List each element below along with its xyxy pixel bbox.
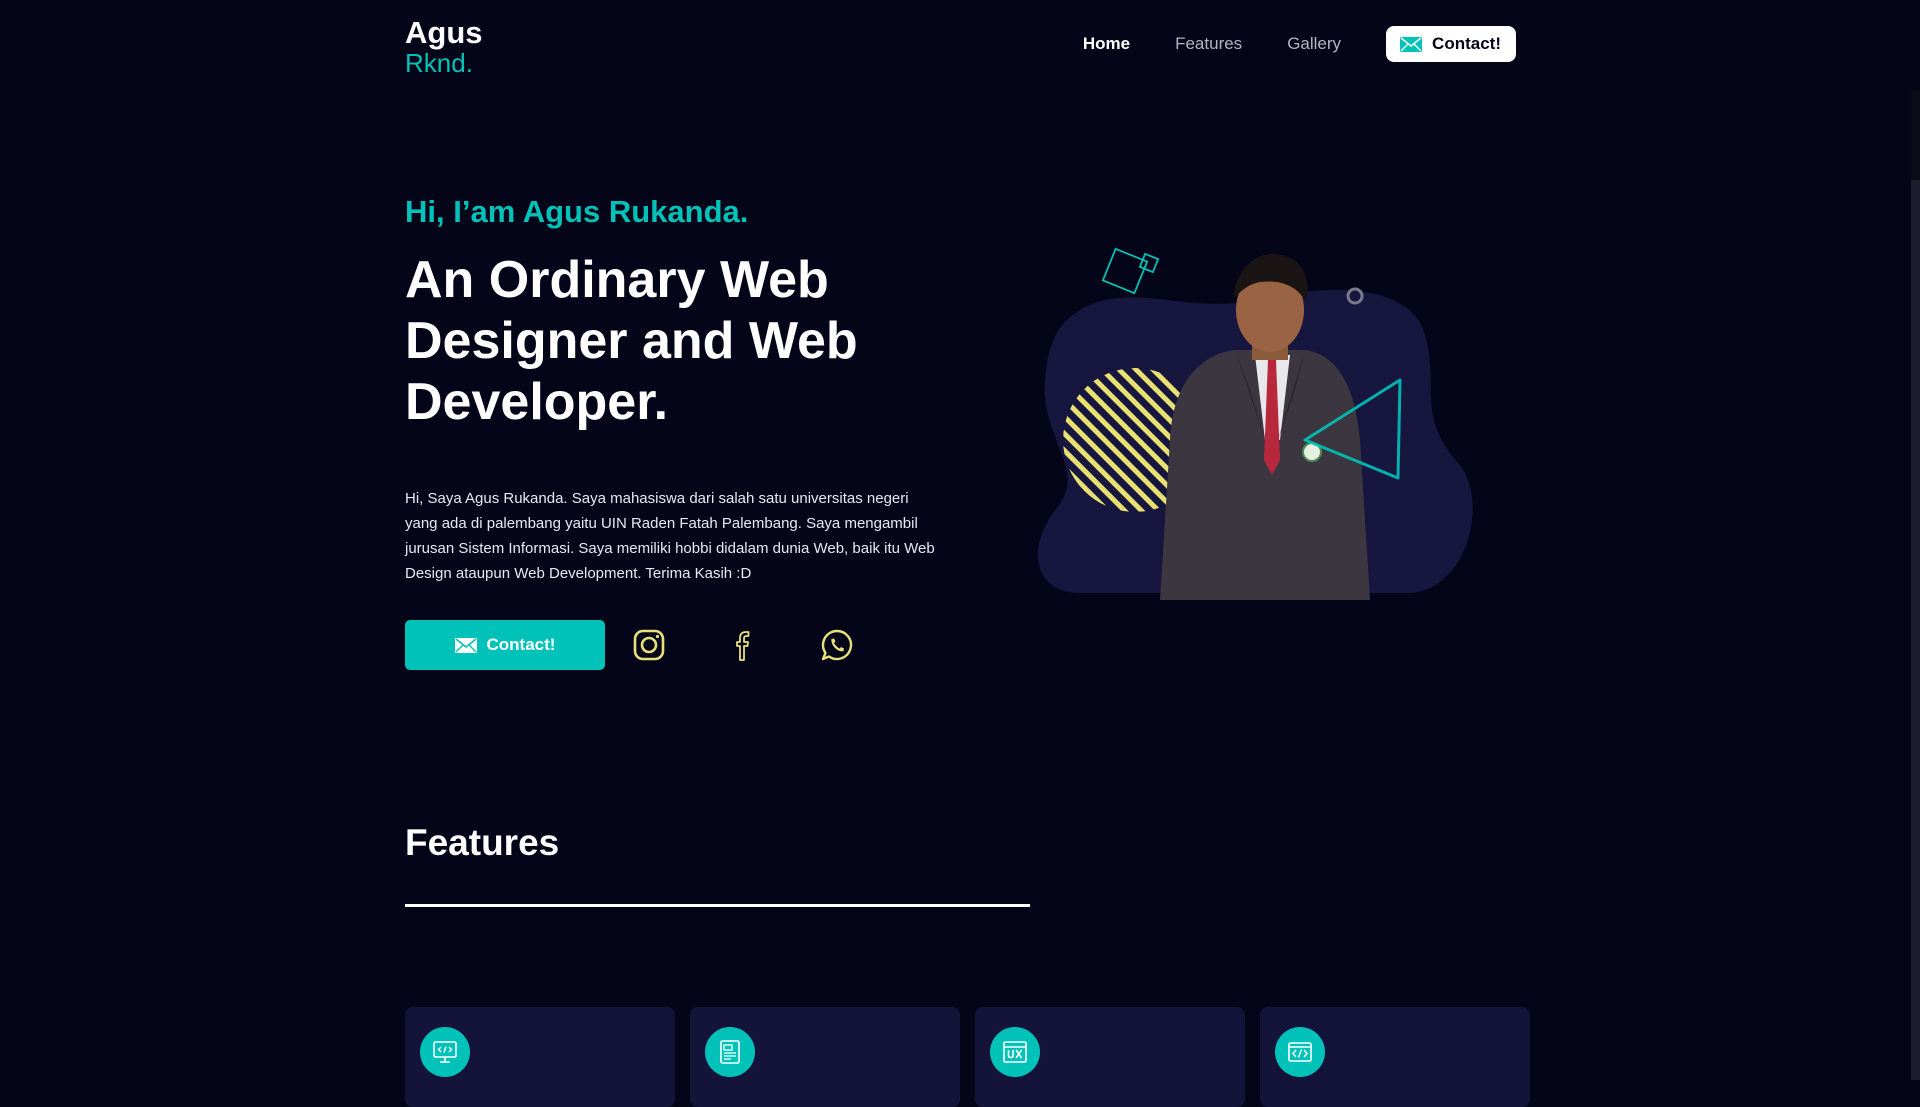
feature-icon-badge <box>990 1027 1040 1077</box>
feature-icon-badge <box>420 1027 470 1077</box>
feature-icon-badge <box>705 1027 755 1077</box>
hero-contact-button[interactable]: Contact! <box>405 620 605 670</box>
nav-gallery[interactable]: Gallery <box>1287 34 1341 54</box>
logo-line-2: Rknd. <box>405 48 473 78</box>
hero-headline: An Ordinary Web Designer and Web Develop… <box>405 250 965 433</box>
scrollbar-thumb[interactable] <box>1911 90 1920 180</box>
mail-icon <box>454 637 477 653</box>
headline-line-1: An Ordinary Web <box>405 251 829 309</box>
web-layout-icon <box>720 1040 740 1064</box>
web-design-icon <box>433 1041 457 1063</box>
nav-contact-label: Contact! <box>1432 34 1501 53</box>
whatsapp-icon[interactable] <box>820 628 854 662</box>
feature-card[interactable] <box>690 1007 960 1107</box>
nav-contact-button[interactable]: Contact! <box>1386 26 1516 62</box>
nav-features[interactable]: Features <box>1175 34 1242 54</box>
feature-card[interactable] <box>405 1007 675 1107</box>
code-icon <box>1288 1042 1312 1062</box>
outline-squares <box>1101 247 1160 295</box>
feature-card[interactable] <box>1260 1007 1530 1107</box>
headline-line-3: Developer. <box>405 373 669 431</box>
headline-line-2: Designer and Web <box>405 312 858 370</box>
feature-icon-badge <box>1275 1027 1325 1077</box>
nav-home[interactable]: Home <box>1083 34 1130 54</box>
instagram-icon[interactable] <box>632 628 666 662</box>
features-heading: Features <box>405 822 560 863</box>
logo-line-1: Agus <box>405 15 483 50</box>
hero-contact-label: Contact! <box>486 635 556 654</box>
feature-card[interactable] <box>975 1007 1245 1107</box>
main-nav: Home Features Gallery Contact! <box>1083 26 1516 62</box>
ux-icon <box>1003 1041 1027 1063</box>
hero-greeting: Hi, I’am Agus Rukanda. <box>405 194 749 229</box>
hero-description: Hi, Saya Agus Rukanda. Saya mahasiswa da… <box>405 490 935 582</box>
page-scrollbar[interactable] <box>1911 90 1920 1080</box>
mail-icon <box>1400 36 1423 52</box>
facebook-icon[interactable] <box>726 628 760 662</box>
site-logo[interactable]: Agus Rknd. <box>405 15 483 78</box>
features-divider <box>405 904 1030 907</box>
hero-portrait-illustration <box>1037 247 1473 600</box>
